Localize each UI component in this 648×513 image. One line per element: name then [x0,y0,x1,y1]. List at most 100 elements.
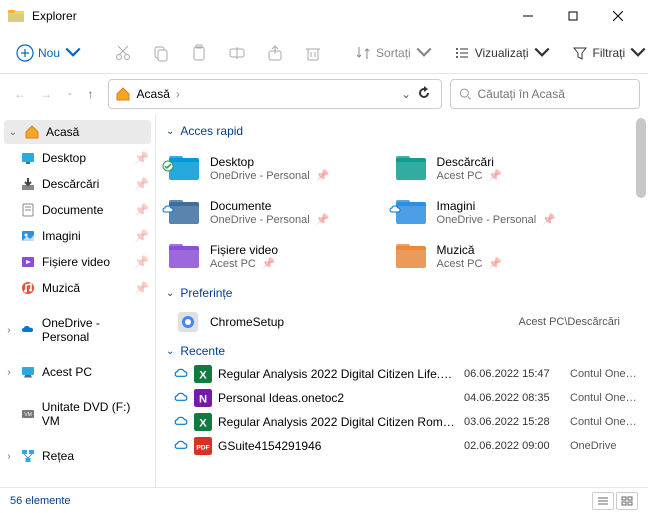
delete-button[interactable] [296,40,330,66]
tiles-view-toggle[interactable] [616,492,638,510]
item-name: Personal Ideas.onetoc2 [218,391,458,405]
sidebar-item-acest-pc[interactable]: › Acest PC [0,360,155,384]
scrollbar[interactable] [636,118,646,198]
group-label: Preferințe [180,286,232,300]
breadcrumb-sep[interactable]: › [176,87,180,101]
copy-button[interactable] [144,40,178,66]
sidebar-item-re-ea[interactable]: › Rețea [0,444,155,468]
sidebar-item-imagini[interactable]: Imagini 📌 [0,224,155,248]
group-recent[interactable]: ⌄ Recente [156,340,648,362]
item-subtitle: Acest PC📌 [437,169,503,182]
breadcrumb-home[interactable]: Acasă [137,87,170,101]
item-date: 04.06.2022 08:35 [464,392,564,404]
item-count: 56 elemente [10,495,71,507]
sort-label: Sortați [376,46,411,60]
up-button[interactable]: ↑ [88,87,94,101]
close-button[interactable] [595,0,640,32]
svg-text:X: X [199,370,207,382]
pin-icon: 📌 [262,258,276,270]
expand-icon: › [4,367,14,378]
recent-item[interactable]: N Personal Ideas.onetoc2 04.06.2022 08:3… [156,386,648,410]
folder-icon [20,448,36,464]
item-title: Desktop [210,155,329,169]
folder-icon [393,238,429,274]
rename-icon [228,44,246,62]
sidebar-item-onedrive-personal[interactable]: › OneDrive - Personal [0,312,155,348]
recent-item[interactable]: X Regular Analysis 2022 Digital Citizen … [156,362,648,386]
quick-access-item[interactable]: Imagini OneDrive - Personal📌 [393,190,620,234]
quick-access-item[interactable]: Muzică Acest PC📌 [393,234,620,278]
sidebar-item-desktop[interactable]: Desktop 📌 [0,146,155,170]
item-date: 06.06.2022 15:47 [464,368,564,380]
sidebar-item-documente[interactable]: Documente 📌 [0,198,155,222]
folder-icon [20,280,36,296]
expand-icon: ⌄ [8,127,18,138]
sidebar-item-label: Desktop [42,151,86,165]
folder-icon [166,238,202,274]
item-name: Regular Analysis 2022 Digital Citizen Li… [218,367,458,381]
item-title: Imagini [437,199,556,213]
back-button[interactable]: ← [14,87,26,101]
maximize-button[interactable] [550,0,595,32]
cloud-icon [174,415,188,429]
quick-access-item[interactable]: Fișiere video Acest PC📌 [166,234,393,278]
folder-icon [20,228,36,244]
cut-button[interactable] [106,40,140,66]
sidebar-item-acas-[interactable]: ⌄ Acasă [4,120,151,144]
new-label: Nou [38,46,60,60]
folder-icon [20,150,36,166]
pin-icon: 📌 [134,281,149,295]
search-box[interactable] [450,79,640,109]
pin-icon: 📌 [316,170,330,182]
sidebar-item-desc-rc-ri[interactable]: Descărcări 📌 [0,172,155,196]
refresh-button[interactable] [417,86,431,103]
address-history-dropdown[interactable]: ⌄ [401,87,411,101]
item-subtitle: OneDrive - Personal📌 [210,213,329,226]
svg-text:PDF: PDF [196,444,210,451]
window-title: Explorer [32,9,505,23]
folder-icon [166,194,202,230]
new-button[interactable]: Nou [8,40,90,66]
quick-access-item[interactable]: Descărcări Acest PC📌 [393,146,620,190]
address-bar[interactable]: Acasă › ⌄ [108,79,442,109]
recent-item[interactable]: X Regular Analysis 2022 Digital Citizen … [156,410,648,434]
item-location: Acest PC\Descărcări [519,316,638,328]
sidebar-item-label: Descărcări [42,177,99,191]
svg-text:X: X [199,418,207,430]
pin-icon: 📌 [542,214,556,226]
recent-item[interactable]: PDF GSuite4154291946 02.06.2022 09:00 On… [156,434,648,458]
sidebar-item-fi-iere-video[interactable]: Fișiere video 📌 [0,250,155,274]
chevron-down-icon: ⌄ [166,126,174,137]
search-input[interactable] [478,87,632,101]
item-title: Descărcări [437,155,503,169]
sidebar-item-unitate-dvd-f-vm[interactable]: VM Unitate DVD (F:) VM [0,396,155,432]
share-button[interactable] [258,40,292,66]
forward-button[interactable]: → [40,87,52,101]
item-date: 03.06.2022 15:28 [464,416,564,428]
details-view-toggle[interactable] [592,492,614,510]
group-favorites[interactable]: ⌄ Preferințe [156,282,648,304]
view-button[interactable]: Vizualizați [445,40,559,66]
chevron-down-icon [64,44,82,62]
plus-circle-icon [16,44,34,62]
file-icon: X [194,365,212,383]
quick-access-item[interactable]: Documente OneDrive - Personal📌 [166,190,393,234]
item-location: Contul OneDrive al utilizat... [570,392,638,404]
file-icon: X [194,413,212,431]
svg-text:N: N [199,394,207,406]
trash-icon [304,44,322,62]
sidebar-item-muzic-[interactable]: Muzică 📌 [0,276,155,300]
minimize-button[interactable] [505,0,550,32]
sidebar-item-label: OneDrive - Personal [42,316,149,344]
filter-button[interactable]: Filtrați [563,40,648,66]
group-quick-access[interactable]: ⌄ Acces rapid [156,120,648,142]
favorite-item[interactable]: ChromeSetup Acest PC\Descărcări [156,304,648,340]
recent-locations-button[interactable]: ⌄ [66,87,74,101]
svg-text:VM: VM [24,412,32,418]
quick-access-item[interactable]: Desktop OneDrive - Personal📌 [166,146,393,190]
navigation-sidebar: ⌄ Acasă Desktop 📌 Descărcări 📌 Documente… [0,114,156,487]
rename-button[interactable] [220,40,254,66]
sidebar-item-label: Acest PC [42,365,92,379]
paste-button[interactable] [182,40,216,66]
sort-button[interactable]: Sortați [346,40,441,66]
